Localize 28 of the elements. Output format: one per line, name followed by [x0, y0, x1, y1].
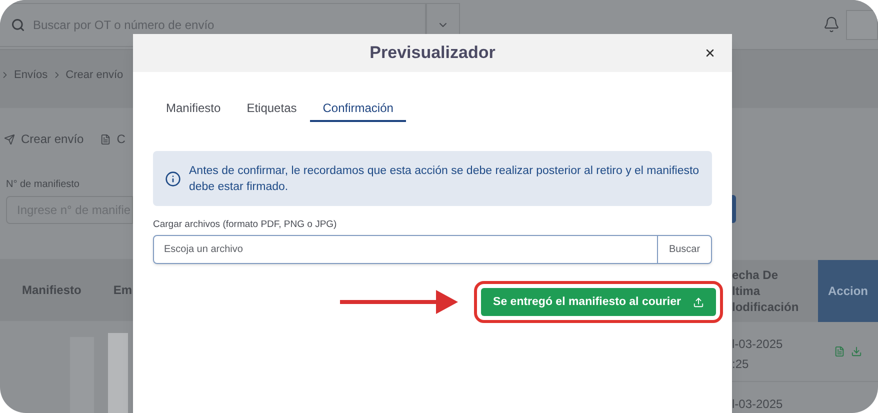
- tab[interactable]: Etiquetas: [234, 96, 310, 122]
- upload-icon: [692, 296, 704, 308]
- bell-icon[interactable]: [823, 16, 840, 33]
- document-icon: [100, 134, 111, 144]
- upload-label: Cargar archivos (formato PDF, PNG o JPG): [153, 218, 338, 232]
- breadcrumb-link[interactable]: Envíos: [14, 66, 48, 84]
- action-button[interactable]: C: [100, 130, 126, 148]
- table-cell-text: :25: [732, 356, 750, 373]
- confirm-button[interactable]: Se entregó el manifiesto al courier: [481, 288, 716, 316]
- field-label: N° de manifiesto: [6, 178, 80, 192]
- column-header: echa De ltima lodificación: [732, 260, 818, 322]
- search-button[interactable]: [732, 195, 736, 223]
- action-button[interactable]: Crear envío: [4, 130, 84, 148]
- send-icon: [4, 134, 15, 144]
- column-header: Em: [113, 282, 132, 299]
- profile-box[interactable]: [846, 10, 878, 40]
- column-header: Manifiesto: [22, 282, 82, 299]
- tab[interactable]: Confirmación: [310, 96, 406, 122]
- table-cell-text: l-03-2025: [732, 396, 784, 413]
- info-icon: [165, 170, 181, 186]
- search-icon: [11, 18, 25, 32]
- close-icon: [704, 47, 716, 59]
- breadcrumb-link[interactable]: Crear envío: [66, 66, 124, 84]
- column-header: Accion: [818, 260, 878, 322]
- tab[interactable]: Manifiesto: [153, 96, 234, 122]
- file-field[interactable]: Escoja un archivo Buscar: [153, 235, 712, 264]
- info-text: Antes de confirmar, le recordamos que esta acción se debe realizar posterior al retiro y el manifiesto debe estar firmado.: [189, 164, 700, 194]
- table-cell-text: l-03-2025: [732, 336, 784, 353]
